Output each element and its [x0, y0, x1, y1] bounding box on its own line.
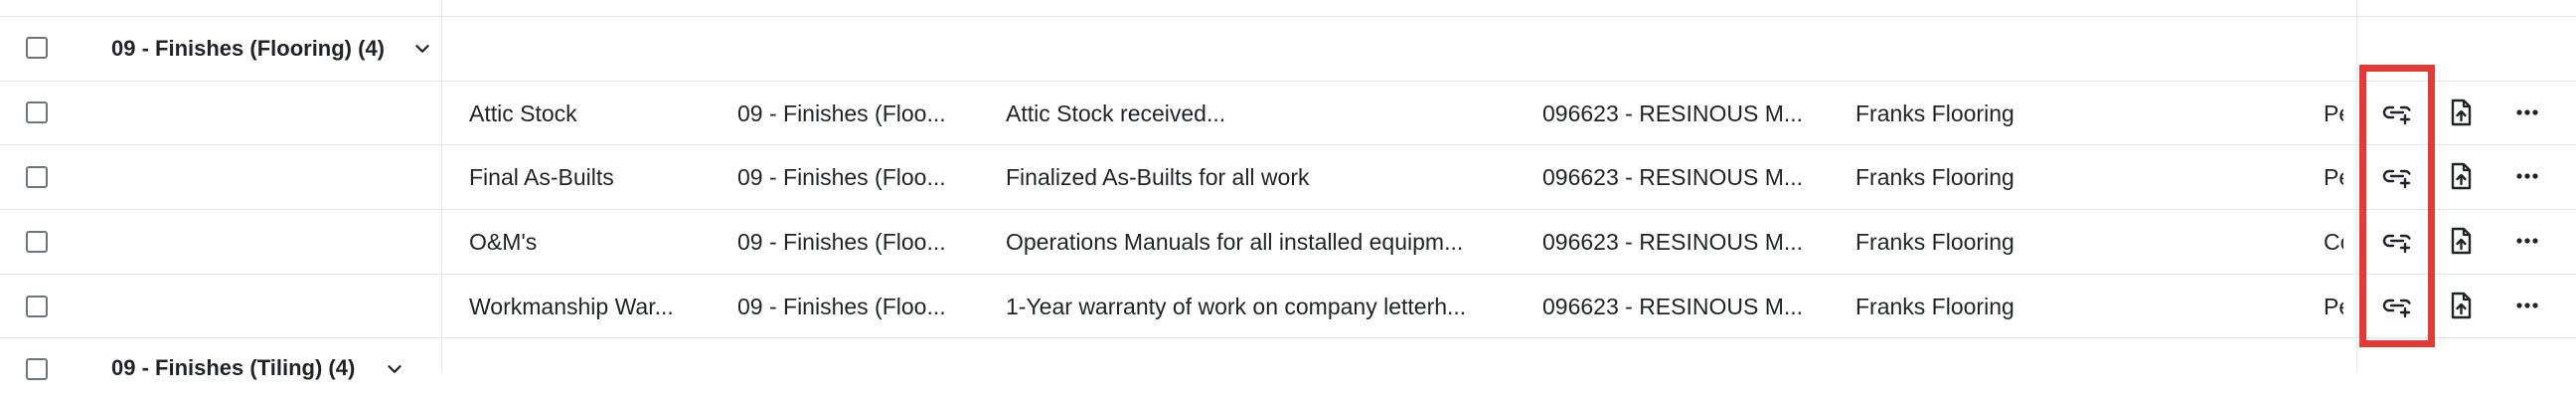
row-divider — [2343, 209, 2576, 210]
description-cell: Finalized As-Builts for all work — [1006, 164, 1310, 190]
company-cell: Franks Flooring — [1855, 229, 2014, 255]
title-cell[interactable]: O&M's — [469, 228, 718, 256]
actions-column-divider — [2356, 0, 2357, 372]
row-divider — [2343, 144, 2576, 145]
spec-item-cell: 096623 - RESINOUS M... — [1542, 100, 1804, 126]
description-cell: Attic Stock received... — [1006, 100, 1226, 126]
file-upload-icon[interactable] — [2445, 290, 2477, 321]
more-horizontal-icon[interactable] — [2511, 225, 2543, 257]
spec-item-cell: 096623 - RESINOUS M... — [1542, 294, 1804, 319]
file-upload-icon[interactable] — [2445, 225, 2477, 257]
table-row[interactable]: Final As-Builts 09 - Finishes (Floo... F… — [0, 145, 2576, 209]
more-horizontal-icon[interactable] — [2511, 160, 2543, 192]
company-cell: Franks Flooring — [1855, 294, 2014, 319]
table-row[interactable]: Workmanship War... 09 - Finishes (Floo..… — [0, 275, 2576, 338]
spec-section-cell: 09 - Finishes (Floo... — [737, 100, 946, 126]
group-header-row[interactable]: 09 - Finishes (Tiling) (4) — [0, 338, 2576, 402]
link-add-icon[interactable] — [2381, 290, 2413, 321]
description-cell: 1-Year warranty of work on company lette… — [1006, 294, 1467, 319]
title-cell[interactable]: Workmanship War... — [469, 293, 718, 320]
company-cell: Franks Flooring — [1855, 100, 2014, 126]
link-add-icon[interactable] — [2381, 97, 2413, 128]
company-cell: Franks Flooring — [1855, 164, 2014, 190]
more-horizontal-icon[interactable] — [2511, 97, 2543, 128]
group-select-checkbox[interactable] — [26, 358, 48, 380]
file-upload-icon[interactable] — [2445, 97, 2477, 128]
chevron-down-icon[interactable] — [384, 358, 405, 380]
file-upload-icon[interactable] — [2445, 160, 2477, 192]
row-select-checkbox[interactable] — [26, 296, 48, 317]
row-divider — [2343, 16, 2576, 17]
link-add-icon[interactable] — [2381, 160, 2413, 192]
description-cell: Operations Manuals for all installed equ… — [1006, 229, 1464, 255]
table-row[interactable]: Attic Stock 09 - Finishes (Floo... Attic… — [0, 82, 2576, 145]
title-cell[interactable]: Final As-Builts — [469, 163, 718, 191]
table-row[interactable]: O&M's 09 - Finishes (Floo... Operations … — [0, 210, 2576, 274]
group-header-row[interactable]: 09 - Finishes (Flooring) (4) — [0, 17, 2576, 81]
group-label: 09 - Finishes (Tiling) (4) — [111, 355, 356, 380]
spec-section-cell: 09 - Finishes (Floo... — [737, 229, 946, 255]
chevron-down-icon[interactable] — [411, 38, 433, 60]
row-select-checkbox[interactable] — [26, 231, 48, 253]
row-divider — [2343, 337, 2576, 338]
spec-section-cell: 09 - Finishes (Floo... — [737, 294, 946, 319]
title-cell[interactable]: Attic Stock — [469, 100, 718, 127]
more-horizontal-icon[interactable] — [2511, 290, 2543, 321]
group-select-checkbox[interactable] — [26, 37, 48, 59]
spec-item-cell: 096623 - RESINOUS M... — [1542, 164, 1804, 190]
group-label: 09 - Finishes (Flooring) (4) — [111, 36, 386, 61]
link-add-icon[interactable] — [2381, 225, 2413, 257]
row-select-checkbox[interactable] — [26, 101, 48, 123]
spec-section-cell: 09 - Finishes (Floo... — [737, 164, 946, 190]
row-divider — [2343, 274, 2576, 275]
row-divider — [2343, 81, 2576, 82]
spec-item-cell: 096623 - RESINOUS M... — [1542, 229, 1804, 255]
row-select-checkbox[interactable] — [26, 166, 48, 188]
